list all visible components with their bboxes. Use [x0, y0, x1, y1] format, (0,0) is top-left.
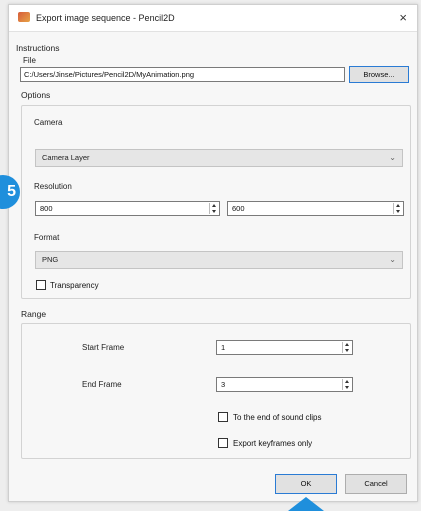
chevron-down-icon: ⌄ — [389, 153, 396, 162]
to-end-of-sound-checkbox[interactable] — [218, 412, 228, 422]
camera-label: Camera — [34, 118, 63, 127]
export-dialog: Export image sequence - Pencil2D × Instr… — [8, 4, 418, 502]
window-title: Export image sequence - Pencil2D — [36, 13, 175, 23]
close-icon[interactable]: × — [399, 10, 407, 25]
ok-button-label: OK — [300, 479, 312, 488]
resolution-height-value: 600 — [232, 204, 245, 213]
camera-select-value: Camera Layer — [42, 153, 90, 162]
browse-button[interactable]: Browse... — [349, 66, 409, 83]
start-frame-value: 1 — [221, 343, 226, 352]
export-keyframes-checkbox[interactable] — [218, 438, 228, 448]
start-frame-input[interactable]: 1 — [216, 340, 353, 355]
end-frame-value: 3 — [221, 380, 226, 389]
transparency-checkbox[interactable] — [36, 280, 46, 290]
transparency-label: Transparency — [50, 281, 99, 290]
spin-arrows-icon[interactable] — [209, 203, 218, 214]
range-label: Range — [21, 309, 47, 319]
file-label: File — [23, 56, 36, 65]
cancel-button-label: Cancel — [364, 479, 388, 488]
format-select-value: PNG — [42, 255, 59, 264]
range-group: Start Frame 1 End Frame 3 To the end of … — [21, 323, 411, 459]
spin-arrows-icon[interactable] — [342, 342, 351, 353]
spin-arrows-icon[interactable] — [393, 203, 402, 214]
spin-arrows-icon[interactable] — [342, 379, 351, 390]
camera-select[interactable]: Camera Layer ⌄ — [35, 149, 403, 167]
export-keyframes-label: Export keyframes only — [233, 439, 313, 448]
options-label: Options — [21, 90, 51, 100]
format-label: Format — [34, 233, 60, 242]
instructions-label: Instructions — [16, 43, 60, 53]
browse-button-label: Browse... — [363, 70, 395, 79]
format-select[interactable]: PNG ⌄ — [35, 251, 403, 269]
end-frame-input[interactable]: 3 — [216, 377, 353, 392]
chevron-down-icon: ⌄ — [389, 255, 396, 264]
resolution-label: Resolution — [34, 182, 72, 191]
resolution-width-input[interactable]: 800 — [35, 201, 220, 216]
ok-button[interactable]: OK — [275, 474, 337, 494]
title-bar: Export image sequence - Pencil2D × — [9, 5, 417, 32]
resolution-width-value: 800 — [40, 204, 53, 213]
cancel-button[interactable]: Cancel — [345, 474, 407, 494]
to-end-of-sound-label: To the end of sound clips — [233, 413, 322, 422]
end-frame-label: End Frame — [82, 380, 122, 389]
start-frame-label: Start Frame — [82, 343, 125, 352]
resolution-height-input[interactable]: 600 — [227, 201, 404, 216]
options-group: Camera Camera Layer ⌄ Resolution 800 600… — [21, 105, 411, 299]
file-path-input[interactable]: C:/Users/Jinse/Pictures/Pencil2D/MyAnima… — [20, 67, 345, 82]
pencil2d-app-icon — [18, 12, 30, 22]
